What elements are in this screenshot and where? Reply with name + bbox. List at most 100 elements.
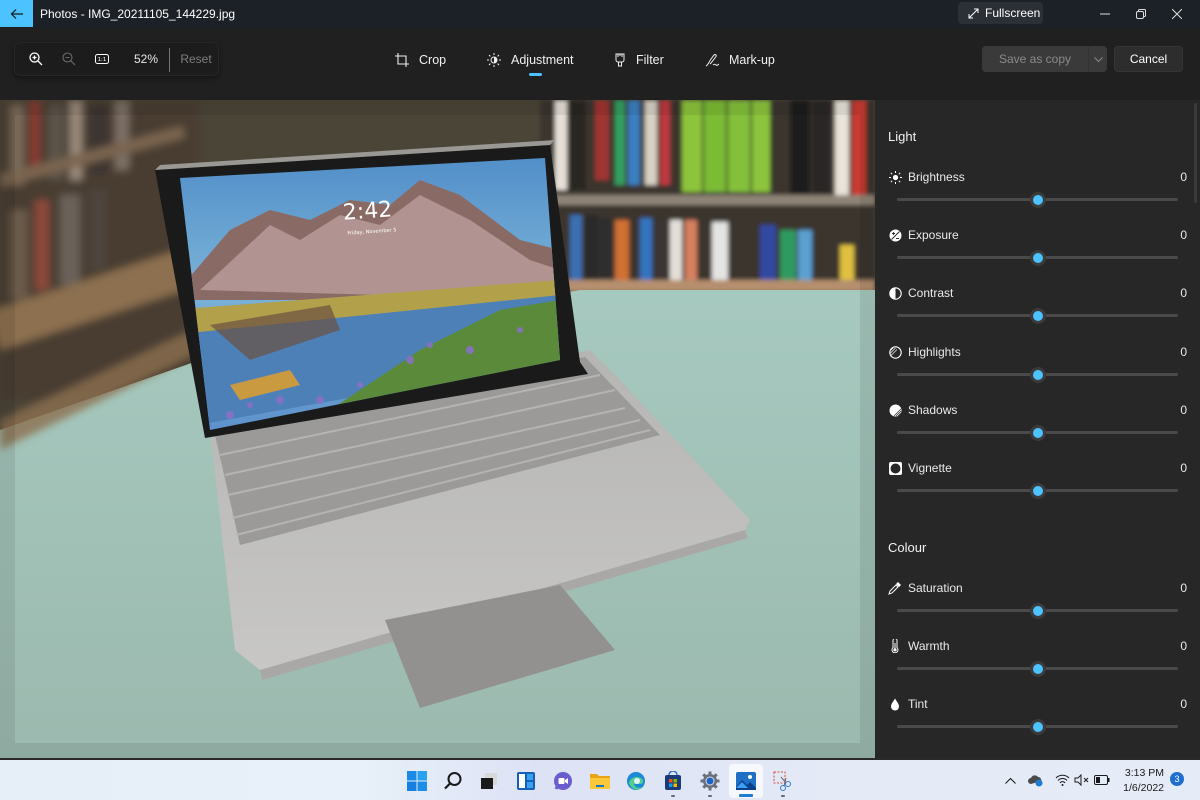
title-bar: Photos - IMG_20211105_144229.jpg Fullscr… (0, 0, 1200, 28)
chevron-up-icon (1004, 777, 1016, 784)
edge-browser-icon (627, 772, 645, 790)
zoom-in-button[interactable] (25, 43, 47, 75)
saturation-slider[interactable] (897, 603, 1178, 619)
tab-crop-label: Crop (419, 53, 447, 67)
taskbar-photos[interactable] (729, 764, 763, 798)
highlights-label: Highlights (908, 345, 961, 359)
taskbar-start[interactable] (400, 764, 434, 798)
zoom-divider (169, 48, 170, 72)
shadows-icon (888, 403, 902, 417)
zoom-controls: 1:1 52% Reset (14, 42, 219, 76)
reset-button[interactable]: Reset (175, 43, 217, 75)
exposure-label: Exposure (908, 228, 959, 242)
vignette-slider[interactable] (897, 483, 1178, 499)
slider-thumb[interactable] (1029, 425, 1046, 441)
slider-thumb[interactable] (1029, 661, 1046, 677)
taskbar-search[interactable] (436, 764, 470, 798)
running-indicator (708, 795, 712, 797)
save-split-button: Save as copy (982, 46, 1107, 72)
contrast-slider[interactable] (897, 308, 1178, 324)
slider-thumb[interactable] (1029, 308, 1046, 324)
crop-icon (395, 53, 409, 67)
save-options-dropdown[interactable] (1089, 46, 1107, 72)
svg-text:1:1: 1:1 (98, 57, 107, 63)
save-as-copy-button[interactable]: Save as copy (982, 46, 1089, 72)
taskbar-clock[interactable]: 3:13 PM 1/6/2022 (1120, 766, 1164, 796)
close-button[interactable] (1154, 0, 1200, 28)
highlights-slider[interactable] (897, 367, 1178, 383)
slider-thumb[interactable] (1029, 250, 1046, 266)
markup-pen-icon (705, 54, 719, 67)
onedrive-tray[interactable] (1028, 772, 1044, 788)
brightness-slider[interactable] (897, 192, 1178, 208)
adjustment-contrast: Contrast 0 (875, 286, 1200, 344)
battery-tray[interactable] (1094, 772, 1110, 788)
adjustment-vignette: Vignette 0 (875, 461, 1200, 519)
notification-badge[interactable]: 3 (1170, 772, 1184, 786)
chevron-down-icon (1093, 56, 1103, 62)
taskbar-edge[interactable] (619, 764, 653, 798)
clock-date: 1/6/2022 (1123, 782, 1164, 794)
actual-size-button[interactable]: 1:1 (91, 43, 113, 75)
expand-icon (968, 8, 979, 18)
snipping-tool-icon (773, 771, 791, 791)
window-title: Photos - IMG_20211105_144229.jpg (40, 7, 236, 21)
vignette-value: 0 (1180, 461, 1187, 475)
search-icon (444, 772, 462, 790)
slider-thumb[interactable] (1029, 367, 1046, 383)
slider-thumb[interactable] (1029, 483, 1046, 499)
lockscreen-time: 2:42 (342, 197, 393, 225)
active-app-indicator (739, 794, 753, 797)
network-tray[interactable] (1054, 772, 1070, 788)
widgets-icon (517, 772, 535, 790)
exposure-icon (888, 228, 902, 242)
shadows-slider[interactable] (897, 425, 1178, 441)
shadows-value: 0 (1180, 403, 1187, 417)
wifi-icon (1055, 774, 1069, 786)
tab-adjustment[interactable]: Adjustment (487, 50, 574, 70)
slider-thumb[interactable] (1029, 603, 1046, 619)
fullscreen-button[interactable]: Fullscreen (958, 2, 1043, 24)
cloud-sync-icon (1028, 775, 1043, 787)
taskbar-store[interactable] (656, 764, 690, 798)
photos-app-window: Photos - IMG_20211105_144229.jpg Fullscr… (0, 0, 1200, 758)
taskbar-chat[interactable] (546, 764, 580, 798)
tab-markup[interactable]: Mark-up (705, 50, 775, 70)
photo-canvas[interactable]: 2:42 Friday, November 5 (0, 100, 875, 758)
tab-filter-label: Filter (636, 53, 664, 67)
back-button[interactable] (0, 0, 33, 27)
taskbar-file-explorer[interactable] (583, 764, 617, 798)
exposure-slider[interactable] (897, 250, 1178, 266)
slider-thumb[interactable] (1029, 192, 1046, 208)
photo-image: 2:42 Friday, November 5 (0, 100, 875, 758)
tint-slider[interactable] (897, 719, 1178, 735)
warmth-value: 0 (1180, 639, 1187, 653)
thermometer-icon (888, 639, 902, 653)
taskbar-widgets[interactable] (509, 764, 543, 798)
taskbar-snipping-tool[interactable] (766, 764, 800, 798)
running-indicator (671, 795, 675, 797)
cancel-button[interactable]: Cancel (1114, 46, 1183, 72)
warmth-slider[interactable] (897, 661, 1178, 677)
highlights-value: 0 (1180, 345, 1187, 359)
adjustment-brightness: Brightness 0 (875, 170, 1200, 228)
adjustment-highlights: Highlights 0 (875, 345, 1200, 403)
tab-crop[interactable]: Crop (395, 50, 446, 70)
adjustment-exposure: Exposure 0 (875, 228, 1200, 286)
filter-icon (615, 53, 625, 67)
saturation-label: Saturation (908, 581, 963, 595)
adjustment-panel: Light Brightness 0 Exposure 0 Contrast 0… (875, 100, 1200, 758)
adjustment-warmth: Warmth 0 (875, 639, 1200, 697)
show-hidden-icons-button[interactable] (1002, 772, 1018, 788)
taskbar-task-view[interactable] (472, 764, 506, 798)
active-tab-indicator (529, 73, 542, 76)
zoom-out-icon (62, 52, 76, 66)
taskbar-settings[interactable] (693, 764, 727, 798)
zoom-level: 52% (133, 52, 159, 66)
section-title-light: Light (888, 129, 917, 144)
zoom-out-button[interactable] (58, 43, 80, 75)
slider-thumb[interactable] (1029, 719, 1046, 735)
minimize-icon (1100, 13, 1110, 15)
tab-filter[interactable]: Filter (614, 50, 664, 70)
volume-tray[interactable] (1074, 772, 1090, 788)
